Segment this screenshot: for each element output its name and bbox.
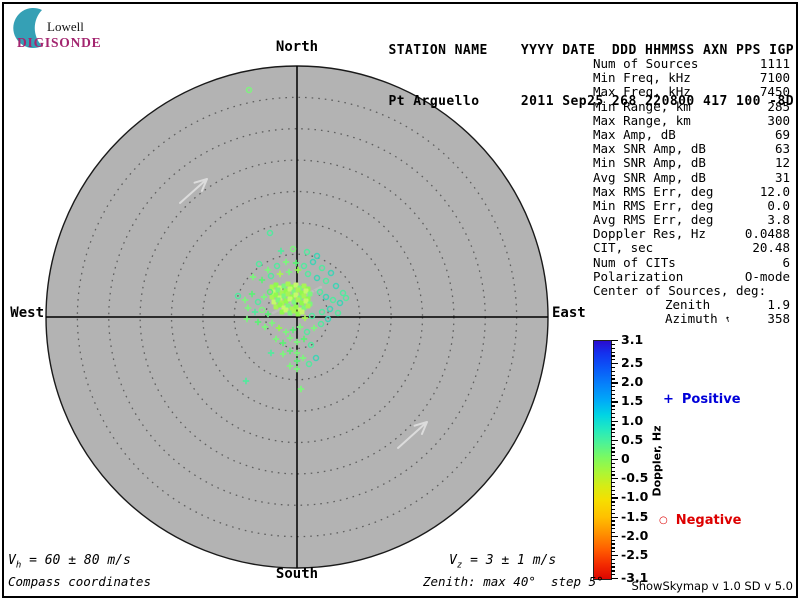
stat-label: Max Freq, kHz [593,84,691,100]
stat-label: Num of CITs [593,254,676,270]
stat-value: 0.0488 [744,226,790,242]
stat-value: 20.48 [752,240,790,256]
vertical-velocity-value: Vz = 3 ± 1 m/s [449,553,557,571]
stat-label: Avg SNR Amp, dB [593,169,706,185]
azimuth-arrow-icon: ↑ [723,313,732,326]
stat-value: 12.0 [759,183,790,199]
version-text: ShowSkymap v 1.0 SD v 5.0 [631,579,793,593]
stat-value: 3.8 [767,212,790,228]
stat-label: Max Range, km [593,112,691,128]
stat-label: CIT, sec [593,240,654,256]
stat-label: Min Range, km [593,98,691,114]
stat-label: Doppler Res, Hz [593,226,706,242]
source-core-point [305,303,311,309]
stats-row: Avg SNR Amp, dB 31 [593,169,790,185]
stat-value: 12 [774,155,790,171]
stats-row: Max SNR Amp, dB 63 [593,141,790,157]
circle-icon: ○ [659,515,668,526]
stat-value: 0.0 [767,197,790,213]
stat-value: 7100 [759,70,790,86]
stat-label: Min Freq, kHz [593,70,691,86]
stats-row: Center of Sources, deg: [593,283,790,298]
stat-label: Min SNR Amp, dB [593,155,706,171]
stat-value: 69 [774,126,790,142]
stats-row: CIT, sec 20.48 [593,241,790,255]
stat-value: 285 [767,98,790,114]
coordinates-note: Compass coordinates [8,574,151,589]
stat-label: Max SNR Amp, dB [593,141,706,157]
legend-positive: + Positive [663,392,741,407]
stat-value: 6 [782,254,790,270]
stats-row: Max Freq, kHz 7450 [593,85,790,99]
stats-row: Min Range, km 285 [593,98,790,114]
stats-row: Doppler Res, Hz 0.0488 [593,227,790,241]
compass-label-east: East [552,305,586,321]
lowell-digisonde-logo: Lowell DIGISONDE [10,4,120,54]
legend-negative: ○ Negative [659,513,741,528]
stats-row: Min Freq, kHz 7100 [593,70,790,86]
source-core-point [299,309,305,315]
legend-positive-label: Positive [681,392,741,407]
stat-value: 358 [767,311,790,327]
compass-label-west: West [10,305,44,321]
stat-label: Polarization [593,268,684,284]
stat-value: 1.9 [767,297,790,313]
logo-text-lowell: Lowell [47,19,84,34]
colorbar-axis-label: Doppler, Hz [650,425,664,497]
stats-row: Min RMS Err, deg 0.0 [593,197,790,213]
stat-value: 7450 [759,84,790,100]
stat-label: Num of Sources [593,56,699,71]
stat-label: Min RMS Err, deg [593,197,714,213]
stats-row: Avg RMS Err, deg 3.8 [593,212,790,228]
stats-row: Polarization O-mode [593,268,790,284]
stats-row: Zenith 1.9 [593,297,790,313]
legend-negative-label: Negative [675,513,742,528]
stat-value: O-mode [744,268,790,284]
stat-label: Max RMS Err, deg [593,183,714,199]
stats-row: Max RMS Err, deg 12.0 [593,183,790,199]
colorbar-gradient [593,340,612,580]
logo-text-digisonde: DIGISONDE [17,35,102,50]
stats-panel: Num of Sources 1111 Min Freq, kHz 7100 Max F… [593,56,790,327]
stat-value: 1111 [759,56,790,71]
stat-value: 300 [767,112,790,128]
stats-row: Max Amp, dB 69 [593,126,790,142]
stats-row: Max Range, km 300 [593,112,790,128]
stat-label: Avg RMS Err, deg [593,212,714,228]
plus-icon: + [663,392,674,407]
stat-label: Azimuth ↑ [665,311,732,327]
stats-row: Azimuth ↑ 358 [593,312,790,326]
source-core-point [307,291,313,297]
stat-label: Max Amp, dB [593,126,676,142]
zenith-range-note: Zenith: max 40° step 5° [423,574,604,589]
horizontal-velocity-value: Vh = 60 ± 80 m/s [8,553,131,571]
stats-row: Num of Sources 1111 [593,56,790,71]
stat-value: 31 [774,169,790,185]
compass-label-north: North [275,39,319,55]
stat-label: Center of Sources, deg: [593,283,767,298]
stat-value: 63 [774,141,790,157]
stats-row: Num of CITs 6 [593,254,790,270]
stat-label: Zenith [665,297,711,313]
stats-row: Min SNR Amp, dB 12 [593,156,790,170]
compass-label-south: South [275,566,319,582]
